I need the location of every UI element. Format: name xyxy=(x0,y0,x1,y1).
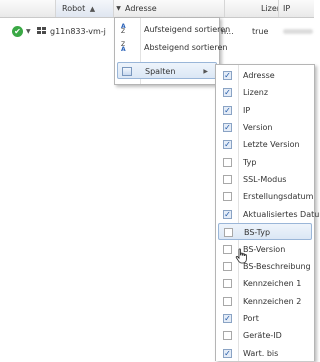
menu-item-label: Absteigend sortieren xyxy=(144,43,228,52)
column-toggle-item[interactable]: BS-Version xyxy=(216,241,314,258)
column-toggle-label: Port xyxy=(243,313,259,323)
checkbox-unchecked-icon[interactable] xyxy=(223,157,232,167)
column-toggle-item[interactable]: ✓ Letzte Version xyxy=(216,136,314,153)
column-toggle-item[interactable]: BS-Beschreibung xyxy=(216,258,314,275)
column-toggle-item[interactable]: ✓ Aktualisiertes Datum xyxy=(216,206,320,223)
header-spacer xyxy=(0,0,56,17)
checkbox-unchecked-icon[interactable] xyxy=(223,261,232,271)
column-toggle-item[interactable]: ✓ Lizenz xyxy=(216,84,314,101)
column-header-adresse[interactable]: Adresse xyxy=(123,0,225,17)
column-header-ip[interactable]: IP xyxy=(279,0,314,17)
checkbox-checked-icon[interactable]: ✓ xyxy=(223,123,232,133)
check-circle-icon: ✔ xyxy=(12,26,23,37)
column-toggle-label: IP xyxy=(243,105,251,115)
column-header-lizenz-label: Lizenz xyxy=(261,4,278,13)
column-toggle-item[interactable]: Kennzeichen 1 xyxy=(216,275,314,292)
checkbox-unchecked-icon[interactable] xyxy=(223,296,232,306)
checkbox-checked-icon[interactable]: ✓ xyxy=(223,209,232,219)
lizenz-value: true xyxy=(252,27,269,36)
column-toggle-label: Version xyxy=(243,123,273,133)
sort-ascending-icon: AZ xyxy=(121,23,126,35)
column-toggle-item[interactable]: Typ xyxy=(216,154,314,171)
column-toggle-label: Letzte Version xyxy=(243,140,300,150)
column-toggle-item[interactable]: ✓ IP xyxy=(216,102,314,119)
column-toggle-label: Erstellungsdatum xyxy=(243,192,314,202)
checkbox-checked-icon[interactable]: ✓ xyxy=(223,105,232,115)
column-header-lizenz[interactable]: Lizenz xyxy=(257,0,279,17)
grid-header: Robot ▲ ▼ Adresse Lizenz IP xyxy=(0,0,314,18)
column-toggle-label: BS-Beschreibung xyxy=(243,261,311,271)
checkbox-unchecked-icon[interactable] xyxy=(223,279,232,289)
checkbox-checked-icon[interactable]: ✓ xyxy=(223,140,232,150)
column-header-robot-label: Robot xyxy=(62,4,86,13)
submenu-arrow-icon: ▶ xyxy=(203,68,208,75)
column-toggle-item[interactable]: ✓ Port xyxy=(216,310,314,327)
row-expand-chevron-icon[interactable]: ▼ xyxy=(26,23,31,40)
checkbox-checked-icon[interactable]: ✓ xyxy=(223,313,232,323)
hand-cursor-icon xyxy=(235,248,247,264)
checkbox-unchecked-icon[interactable] xyxy=(223,175,232,185)
robot-name: g11n833-vm-j xyxy=(50,27,106,36)
column-toggle-label: Adresse xyxy=(243,71,275,80)
column-toggle-label: Geräte-ID xyxy=(243,331,282,341)
columns-submenu: ✓ Adresse ✓ Lizenz ✓ IP ✓ Version ✓ Letzte Versio… xyxy=(215,64,320,362)
column-toggle-item[interactable]: Geräte-ID xyxy=(216,327,314,344)
checkbox-checked-icon[interactable]: ✓ xyxy=(223,88,232,98)
column-toggle-item[interactable]: Erstellungsdatum xyxy=(216,188,314,205)
checkbox-unchecked-icon[interactable] xyxy=(223,192,232,202)
menu-item-sort-descending[interactable]: ZA Absteigend sortieren xyxy=(115,39,227,56)
ip-value-redacted xyxy=(283,29,313,34)
column-toggle-label: BS-Typ xyxy=(244,228,271,238)
windows-icon xyxy=(37,27,47,36)
checkbox-unchecked-icon[interactable] xyxy=(223,331,232,341)
column-menu-trigger-icon[interactable]: ▼ xyxy=(114,0,123,17)
column-toggle-item[interactable]: SSL-Modus xyxy=(216,171,314,188)
columns-icon xyxy=(122,67,132,76)
column-toggle-label: Lizenz xyxy=(243,88,269,98)
sort-descending-icon: ZA xyxy=(121,41,126,53)
sort-ascending-indicator-icon: ▲ xyxy=(89,5,96,13)
column-toggle-item[interactable]: ✓ Wart. bis xyxy=(216,345,314,362)
checkbox-unchecked-icon[interactable] xyxy=(224,228,233,238)
column-toggle-item[interactable]: BS-Typ xyxy=(218,223,312,241)
menu-item-sort-ascending[interactable]: AZ Aufsteigend sortieren xyxy=(115,21,230,38)
column-toggle-label: Typ xyxy=(243,157,257,167)
menu-item-label: Spalten xyxy=(145,67,176,76)
checkbox-checked-icon[interactable]: ✓ xyxy=(223,348,232,358)
column-toggle-item[interactable]: ✓ Version xyxy=(216,119,314,136)
column-toggle-item[interactable]: ✓ Adresse xyxy=(216,67,314,84)
column-toggle-item[interactable]: Kennzeichen 2 xyxy=(216,293,314,310)
column-toggle-label: Kennzeichen 1 xyxy=(243,279,302,289)
checkbox-unchecked-icon[interactable] xyxy=(223,244,232,254)
column-header-robot[interactable]: Robot ▲ xyxy=(56,0,114,17)
checkbox-checked-icon[interactable]: ✓ xyxy=(223,71,232,80)
column-toggle-label: Kennzeichen 2 xyxy=(243,296,302,306)
column-header-ip-label: IP xyxy=(283,4,291,13)
column-menu: AZ Aufsteigend sortieren ZA Absteigend s… xyxy=(114,17,230,85)
column-toggle-label: Aktualisiertes Datum xyxy=(243,209,320,219)
column-toggle-label: Wart. bis xyxy=(243,348,279,358)
menu-item-label: Aufsteigend sortieren xyxy=(144,25,231,34)
column-toggle-label: SSL-Modus xyxy=(243,175,287,185)
column-header-adresse-label: Adresse xyxy=(125,4,157,13)
menu-item-spalten[interactable]: Spalten ▶ xyxy=(117,62,217,79)
column-toggle-label: BS-Version xyxy=(243,244,286,254)
